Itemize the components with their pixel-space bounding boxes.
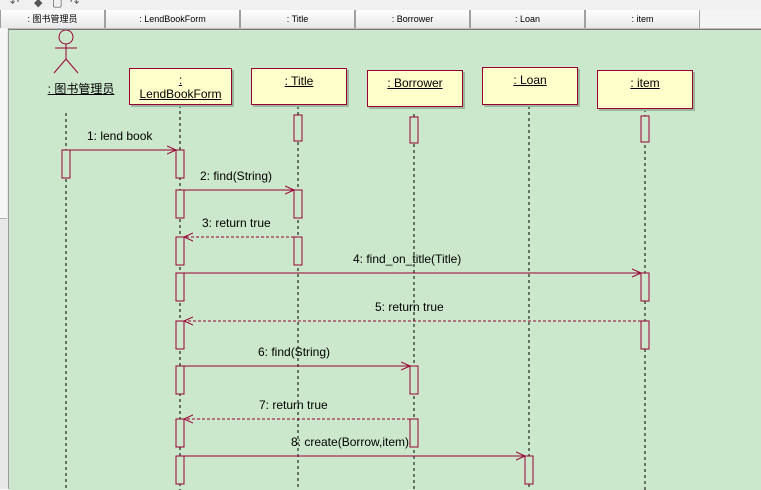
stick-figure-actor-icon[interactable] (53, 30, 79, 74)
activation-box (640, 115, 650, 143)
note-tool-icon[interactable]: ▢ (52, 0, 62, 9)
header-cell-loan[interactable]: : Loan (470, 10, 585, 28)
toolbar-strip: ↶ ◆ ▢ ↷ (0, 0, 761, 10)
activation-box (175, 149, 185, 179)
undo-icon[interactable]: ↶ (10, 0, 19, 9)
message-label-3: 3: return true (202, 216, 271, 230)
object-label-borrower: : Borrower (387, 76, 443, 90)
message-label-1: 1: lend book (87, 129, 153, 143)
activation-box (175, 455, 185, 485)
header-cell-lendbookform[interactable]: : LendBookForm (105, 10, 240, 28)
message-label-5: 5: return true (375, 300, 444, 314)
object-label-loan: : Loan (513, 73, 547, 87)
redo-icon[interactable]: ↷ (70, 0, 79, 9)
activation-box (640, 272, 650, 302)
left-scroll-rail[interactable] (0, 28, 9, 489)
object-box-item[interactable]: : item (597, 70, 693, 109)
message-label-2: 2: find(String) (200, 169, 272, 183)
activation-box (61, 149, 71, 179)
arrow-tool-icon[interactable]: ◆ (34, 0, 42, 9)
activation-box (640, 320, 650, 350)
object-label-item: : item (630, 76, 660, 90)
object-label-title: : Title (284, 74, 314, 88)
message-label-8: 8: create(Borrow,item) (291, 435, 409, 449)
object-box-title[interactable]: : Title (251, 68, 347, 105)
activation-box (175, 272, 185, 302)
object-label-lendbookform: LendBookForm (139, 87, 222, 101)
activation-box (293, 189, 303, 219)
activation-box (409, 116, 419, 144)
message-label-4: 4: find_on_title(Title) (353, 252, 461, 266)
diagram-canvas[interactable]: 1: lend book 2: find(String) 3: return t… (9, 29, 761, 490)
lifeline-header-row: : 图书管理员 : LendBookForm : Title : Borrowe… (0, 10, 761, 29)
activation-box (175, 365, 185, 395)
message-label-6: 6: find(String) (258, 345, 330, 359)
activation-box (409, 418, 419, 448)
object-box-loan[interactable]: : Loan (482, 67, 578, 105)
activation-box (524, 455, 534, 485)
activation-box (409, 365, 419, 395)
actor-label[interactable]: : 图书管理员 (31, 80, 131, 97)
activation-box (293, 236, 303, 266)
activation-box (175, 189, 185, 219)
object-box-borrower[interactable]: : Borrower (367, 70, 463, 107)
activation-box (175, 418, 185, 448)
message-label-7: 7: return true (259, 398, 328, 412)
header-cell-item[interactable]: : item (585, 10, 700, 28)
activation-box (175, 320, 185, 350)
activation-box (175, 236, 185, 266)
object-colon: : (178, 73, 183, 87)
header-cell-borrower[interactable]: : Borrower (355, 10, 470, 28)
object-box-lendbookform[interactable]: : LendBookForm (129, 68, 232, 105)
header-cell-actor[interactable]: : 图书管理员 (0, 10, 105, 28)
activation-box (293, 114, 303, 142)
header-cell-title[interactable]: : Title (240, 10, 355, 28)
